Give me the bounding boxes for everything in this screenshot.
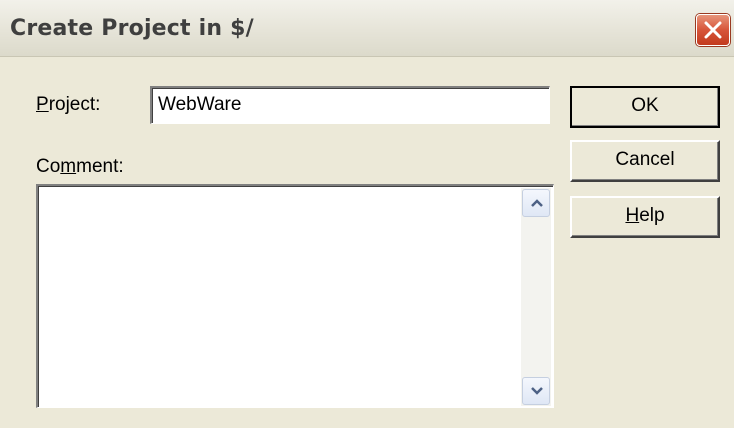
help-button[interactable]: Help	[570, 196, 720, 238]
comment-label: Comment:	[36, 156, 124, 178]
comment-scrollbar[interactable]	[521, 188, 551, 406]
close-button[interactable]	[696, 14, 730, 46]
comment-label-accelerator: m	[60, 156, 77, 177]
dialog-title: Create Project in $/	[10, 16, 254, 41]
project-label-accelerator: P	[36, 94, 49, 115]
comment-label-post: ment:	[76, 156, 124, 177]
ok-button-label: OK	[631, 95, 659, 116]
project-name-value: WebWare	[158, 94, 242, 115]
create-project-dialog: Create Project in $/ Project: WebWare Co…	[0, 0, 734, 428]
arrow-down-icon	[531, 387, 543, 395]
help-button-accelerator: H	[625, 205, 640, 226]
close-icon	[704, 21, 722, 39]
comment-textarea[interactable]	[36, 184, 554, 408]
title-bar[interactable]: Create Project in $/	[0, 0, 734, 57]
help-button-label: elp	[639, 205, 665, 226]
arrow-up-icon	[531, 199, 543, 207]
scroll-down-button[interactable]	[522, 377, 550, 405]
comment-label-pre: Co	[36, 156, 61, 177]
project-label-text: roject:	[48, 94, 101, 115]
project-name-input[interactable]: WebWare	[150, 86, 550, 124]
ok-button[interactable]: OK	[570, 86, 720, 128]
scroll-up-button[interactable]	[522, 189, 550, 217]
project-label: Project:	[36, 94, 100, 116]
cancel-button-label: Cancel	[615, 149, 675, 170]
cancel-button[interactable]: Cancel	[570, 140, 720, 182]
